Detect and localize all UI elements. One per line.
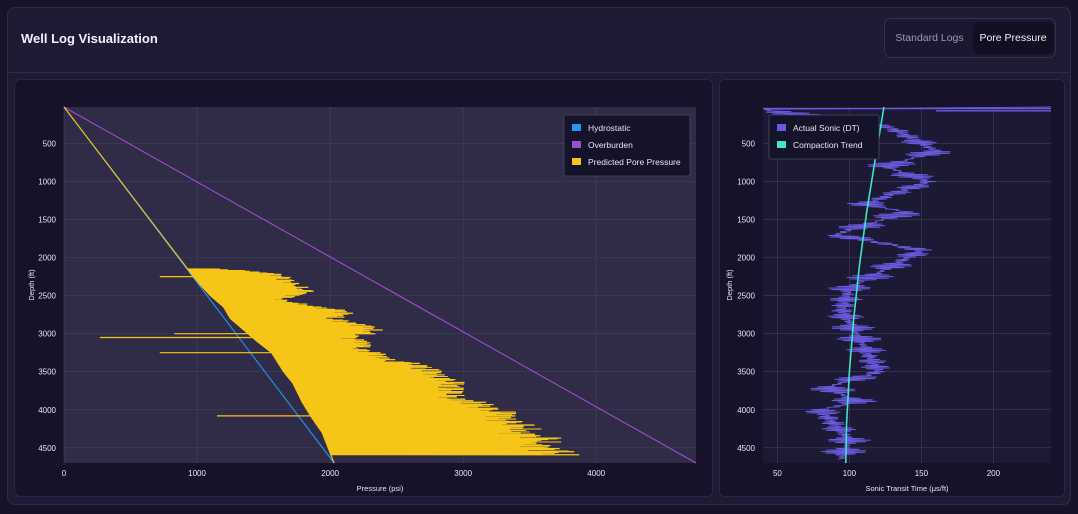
y-tick-label: 1500 <box>737 216 755 225</box>
app-window: Well Log Visualization Standard Logs Por… <box>7 7 1071 505</box>
y-tick-label: 3500 <box>737 368 755 377</box>
y-tick-label: 1500 <box>38 216 56 225</box>
sonic-chart: 50 100 150 200 500 1000 1500 2000 2500 3000 3500 40… <box>725 106 1052 493</box>
y-tick-label: 2000 <box>38 254 56 263</box>
x-axis-label: Pressure (psi) <box>357 484 404 493</box>
y-tick-label: 4500 <box>737 444 755 453</box>
x-tick-label: 100 <box>843 469 857 478</box>
legend-swatch <box>572 124 581 131</box>
y-tick-label: 3000 <box>737 330 755 339</box>
y-tick-label: 3500 <box>38 368 56 377</box>
legend-label: Actual Sonic (DT) <box>793 123 860 133</box>
y-tick-label: 500 <box>742 140 756 149</box>
x-tick-label: 3000 <box>454 469 472 478</box>
legend-swatch <box>572 141 581 148</box>
y-tick-label: 2000 <box>737 254 755 263</box>
y-tick-label: 4000 <box>38 406 56 415</box>
y-tick-label: 2500 <box>38 292 56 301</box>
legend <box>768 114 880 160</box>
y-tick-label: 1000 <box>38 178 56 187</box>
header: Well Log Visualization Standard Logs Por… <box>8 8 1070 73</box>
page-title: Well Log Visualization <box>21 31 158 46</box>
legend-swatch <box>572 158 581 165</box>
y-tick-label: 2500 <box>737 292 755 301</box>
tab-pore-pressure[interactable]: Pore Pressure <box>973 22 1053 54</box>
pore-pressure-panel: 0 1000 2000 3000 4000 500 1000 1500 2000 2500 3000… <box>14 79 713 497</box>
legend-label: Predicted Pore Pressure <box>588 157 681 167</box>
x-tick-label: 150 <box>915 469 929 478</box>
y-tick-label: 500 <box>43 140 57 149</box>
view-toggle: Standard Logs Pore Pressure <box>884 18 1056 58</box>
x-tick-label: 2000 <box>321 469 339 478</box>
y-axis-label: Depth (ft) <box>27 269 36 301</box>
x-tick-label: 1000 <box>188 469 206 478</box>
y-axis-label: Depth (ft) <box>725 269 734 301</box>
x-tick-label: 4000 <box>587 469 605 478</box>
legend-label: Overburden <box>588 140 633 150</box>
legend-label: Compaction Trend <box>793 140 863 150</box>
legend-swatch <box>777 141 786 148</box>
x-tick-label: 50 <box>773 469 782 478</box>
x-tick-label: 200 <box>987 469 1001 478</box>
y-tick-label: 3000 <box>38 330 56 339</box>
y-tick-label: 4500 <box>38 444 56 453</box>
x-tick-label: 0 <box>62 469 67 478</box>
tab-standard-logs[interactable]: Standard Logs <box>888 22 971 54</box>
pore-pressure-chart: 0 1000 2000 3000 4000 500 1000 1500 2000 2500 3000… <box>27 106 697 493</box>
y-tick-label: 1000 <box>737 178 755 187</box>
sonic-panel: 50 100 150 200 500 1000 1500 2000 2500 3000 3500 40… <box>719 79 1065 497</box>
x-axis-label: Sonic Transit Time (μs/ft) <box>865 484 949 493</box>
legend-swatch <box>777 124 786 131</box>
legend-label: Hydrostatic <box>588 123 631 133</box>
y-tick-label: 4000 <box>737 406 755 415</box>
